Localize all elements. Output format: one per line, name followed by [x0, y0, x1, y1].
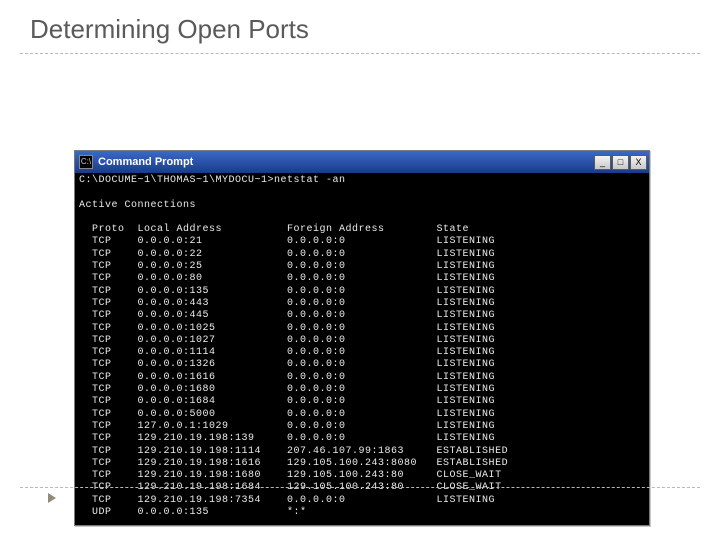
divider-top — [20, 53, 700, 54]
command-prompt-window: C:\ Command Prompt _ □ X C:\DOCUME~1\THO… — [74, 150, 650, 526]
close-button[interactable]: X — [630, 155, 647, 170]
cmd-icon: C:\ — [79, 155, 93, 169]
slide-title: Determining Open Ports — [0, 0, 720, 53]
terminal-output[interactable]: C:\DOCUME~1\THOMAS~1\MYDOCU~1>netstat -a… — [75, 173, 649, 525]
divider-bottom — [20, 487, 700, 488]
window-titlebar[interactable]: C:\ Command Prompt _ □ X — [75, 151, 649, 173]
bullet-icon — [48, 493, 56, 503]
minimize-button[interactable]: _ — [594, 155, 611, 170]
maximize-button[interactable]: □ — [612, 155, 629, 170]
window-controls: _ □ X — [594, 155, 647, 170]
window-title: Command Prompt — [98, 156, 594, 168]
